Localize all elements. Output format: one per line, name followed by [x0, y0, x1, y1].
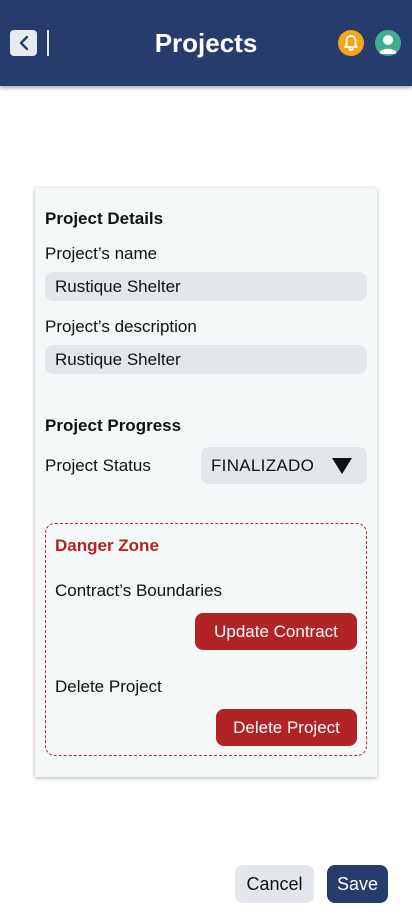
- app-header: Projects: [0, 0, 412, 86]
- delete-project-label: Delete Project: [55, 677, 162, 696]
- project-name-label: Project’s name: [45, 244, 158, 263]
- project-status-label: Project Status: [45, 456, 151, 475]
- triangle-down-icon: [332, 458, 352, 474]
- delete-project-button[interactable]: Delete Project: [216, 709, 357, 746]
- save-button[interactable]: Save: [327, 865, 388, 903]
- notifications-button[interactable]: [338, 30, 364, 56]
- contract-boundaries-label: Contract’s Boundaries: [55, 581, 222, 600]
- project-description-label: Project’s description: [45, 317, 197, 336]
- project-status-value: FINALIZADO: [211, 456, 315, 475]
- danger-zone: Danger Zone Contract’s Boundaries Update…: [45, 523, 367, 756]
- project-details-heading: Project Details: [45, 209, 164, 228]
- project-status-select[interactable]: FINALIZADO: [201, 447, 367, 484]
- bell-icon: [344, 35, 358, 51]
- user-avatar-icon: [379, 35, 397, 54]
- project-description-input[interactable]: Rustique Shelter: [45, 345, 367, 374]
- project-settings-card: Project Details Project’s name Rustique …: [35, 188, 377, 777]
- profile-button[interactable]: [375, 30, 401, 56]
- cancel-button[interactable]: Cancel: [235, 865, 314, 903]
- project-name-input[interactable]: Rustique Shelter: [45, 272, 367, 301]
- update-contract-button[interactable]: Update Contract: [195, 613, 357, 650]
- project-progress-heading: Project Progress: [45, 416, 182, 435]
- danger-zone-title: Danger Zone: [55, 536, 159, 555]
